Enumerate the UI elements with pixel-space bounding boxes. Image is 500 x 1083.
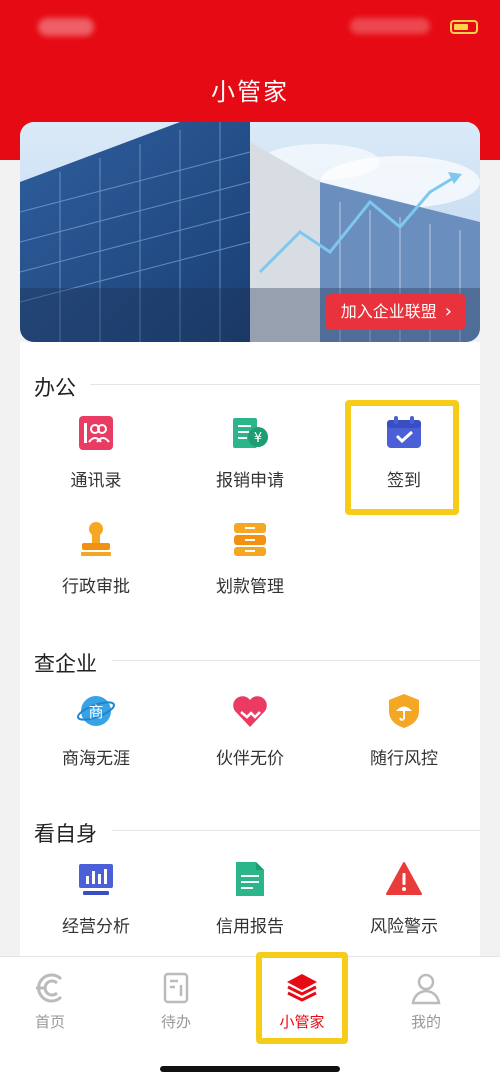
tab-home[interactable]: 首页: [0, 971, 100, 1032]
divider: [112, 830, 480, 831]
tab-assistant[interactable]: 小管家: [252, 971, 352, 1032]
tab-profile[interactable]: 我的: [376, 971, 476, 1032]
divider: [90, 384, 480, 385]
grid-item-reimbursement[interactable]: ¥ 报销申请: [180, 414, 320, 491]
status-icons-blurred: [350, 18, 430, 34]
status-time-blurred: [38, 18, 94, 36]
grid-item-approval[interactable]: 行政审批: [26, 520, 166, 597]
grid-item-label: 报销申请: [216, 471, 284, 491]
tab-label: 我的: [410, 1013, 441, 1031]
stamp-icon: [81, 522, 111, 556]
profile-icon: [411, 973, 441, 1005]
battery-icon: [450, 20, 478, 34]
reimbursement-icon: ¥: [233, 418, 268, 448]
grid-item-label: 伙伴无价: [216, 749, 284, 769]
grid-item-label: 行政审批: [62, 577, 130, 597]
divider: [112, 660, 480, 661]
handshake-heart-icon: [233, 696, 267, 727]
commerce-globe-icon: 商: [77, 696, 115, 726]
section-title-office: 办公: [34, 376, 76, 400]
home-logo-icon: [36, 973, 63, 1003]
bottom-tab-bar: 首页 待办 小管家 我的: [0, 956, 500, 1083]
grid-item-risk-control[interactable]: 随行风控: [334, 692, 474, 769]
grid-item-checkin[interactable]: 签到: [334, 414, 474, 491]
grid-item-transfer[interactable]: 划款管理: [180, 520, 320, 597]
services-panel: 办公 通讯录 ¥ 报销申请 签到 行政审批 划款管理 查企业 商 商海无涯 伙伴…: [20, 342, 480, 956]
grid-item-label: 签到: [387, 471, 421, 491]
grid-item-label: 经营分析: [62, 917, 130, 937]
banner[interactable]: 加入企业联盟 ›: [20, 122, 480, 342]
tab-label: 待办: [160, 1013, 191, 1031]
grid-item-label: 信用报告: [216, 917, 284, 937]
home-indicator: [160, 1066, 340, 1072]
page-title: 小管家: [211, 78, 289, 106]
drawer-icon: [234, 523, 266, 556]
tab-label: 小管家: [279, 1013, 325, 1031]
bar-chart-monitor-icon: [79, 864, 113, 895]
grid-item-partners[interactable]: 伙伴无价: [180, 692, 320, 769]
svg-text:¥: ¥: [254, 431, 262, 446]
shield-umbrella-icon: [389, 694, 419, 728]
section-title-self: 看自身: [34, 822, 97, 846]
report-document-icon: [236, 862, 264, 896]
tab-todo[interactable]: 待办: [126, 971, 226, 1032]
warning-triangle-icon: [386, 862, 422, 895]
calendar-check-icon: [387, 416, 421, 448]
grid-item-label: 随行风控: [370, 749, 438, 769]
join-alliance-button[interactable]: 加入企业联盟 ›: [324, 294, 466, 330]
tab-label: 首页: [34, 1013, 65, 1031]
contacts-icon: [79, 416, 113, 450]
section-title-enterprise: 查企业: [34, 652, 97, 676]
grid-item-label: 商海无涯: [62, 749, 130, 769]
status-bar: [0, 0, 500, 56]
chevron-right-icon: ›: [444, 301, 452, 322]
grid-item-risk-warning[interactable]: 风险警示: [334, 860, 474, 937]
grid-item-label: 通讯录: [70, 471, 122, 491]
grid-item-label: 风险警示: [370, 917, 438, 937]
grid-item-contacts[interactable]: 通讯录: [26, 414, 166, 491]
todo-icon: [163, 972, 189, 1004]
join-alliance-label: 加入企业联盟: [340, 302, 437, 321]
layers-icon: [287, 974, 317, 1002]
grid-item-commerce[interactable]: 商 商海无涯: [26, 692, 166, 769]
svg-text:商: 商: [88, 703, 103, 721]
grid-item-label: 划款管理: [216, 577, 284, 597]
grid-item-credit-report[interactable]: 信用报告: [180, 860, 320, 937]
grid-item-business-analysis[interactable]: 经营分析: [26, 860, 166, 937]
